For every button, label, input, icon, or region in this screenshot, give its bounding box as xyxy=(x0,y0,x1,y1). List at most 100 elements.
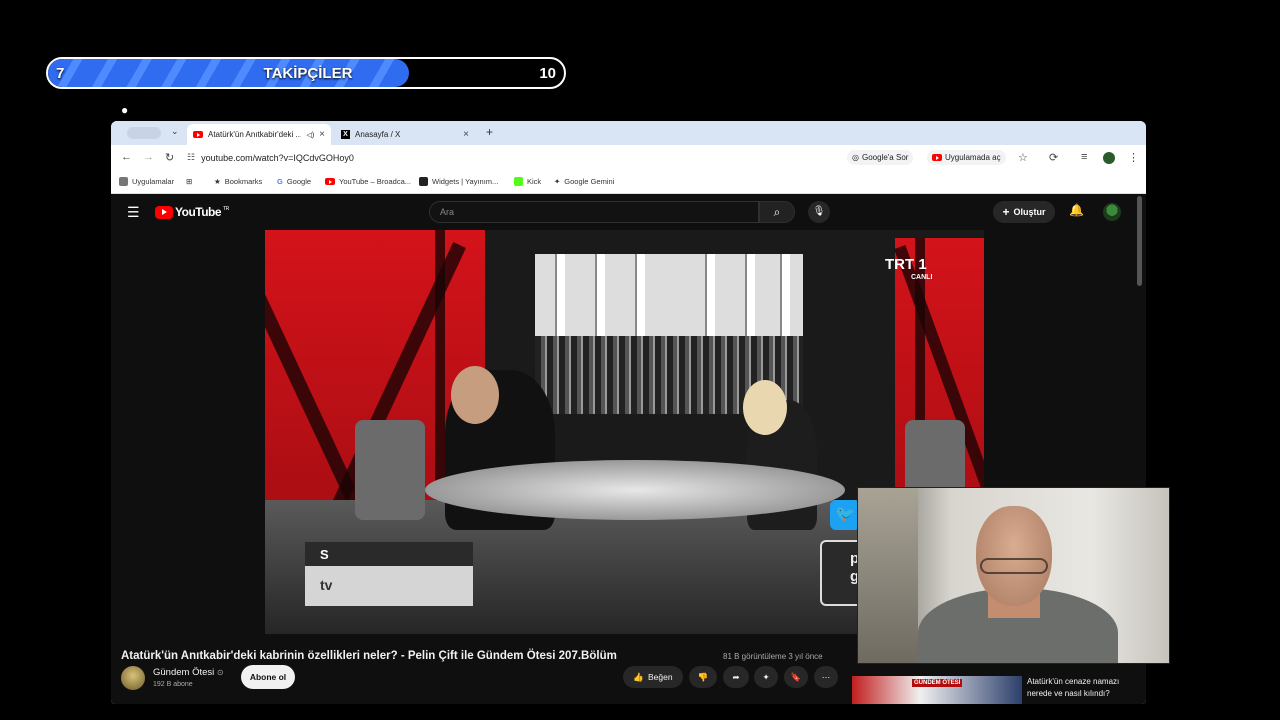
thumbnail-label: GÜNDEM ÖTESİ xyxy=(912,679,963,687)
chair-left xyxy=(355,420,425,520)
share-button[interactable]: ➦ xyxy=(723,666,749,688)
lens-icon: ◎ xyxy=(852,153,859,162)
speaker-icon[interactable]: ◁) xyxy=(306,131,314,139)
youtube-header: ☰ YouTube TR Ara ⌕ 🎙 + Oluştur 🔔 xyxy=(111,194,1146,230)
channel-avatar[interactable] xyxy=(121,666,145,690)
bookmark-label: Google Gemini xyxy=(564,177,615,186)
tab-x-home[interactable]: X Anasayfa / X × xyxy=(335,124,475,145)
search-input[interactable]: Ara xyxy=(429,201,759,223)
tab-group-icon[interactable] xyxy=(127,127,161,139)
grid-icon: ⊞ xyxy=(186,177,193,186)
share-icon: ➦ xyxy=(732,671,740,682)
profile-avatar[interactable] xyxy=(1103,152,1115,164)
like-button[interactable]: 👍 Beğen xyxy=(623,666,683,688)
back-icon[interactable]: ← xyxy=(121,151,132,163)
bookmark-kick[interactable]: Kick xyxy=(514,177,541,186)
channel-logo: TRT 1 xyxy=(885,256,927,273)
youtube-logo-text: YouTube xyxy=(175,205,222,219)
tab-label: Atatürk'ün Anıtkabir'deki ... xyxy=(208,130,302,139)
google-ask-button[interactable]: ◎ Google'a Sor xyxy=(847,150,914,165)
recommended-title[interactable]: Atatürk'ün cenaze namazı nerede ve nasıl… xyxy=(1027,676,1139,700)
new-tab-icon[interactable]: + xyxy=(486,125,493,139)
subscribe-button[interactable]: Abone ol xyxy=(241,665,295,689)
google-icon: G xyxy=(277,177,283,186)
apps-grid-icon xyxy=(119,177,128,186)
tab-strip: ⌄ Atatürk'ün Anıtkabir'deki ... ◁) × X A… xyxy=(111,121,1146,145)
bookmark-label: Widgets | Yayınım... xyxy=(432,177,499,186)
url-text: youtube.com/watch?v=IQCdvGOHoy0 xyxy=(201,152,354,163)
channel-name-text: Gündem Ötesi xyxy=(153,667,215,678)
like-label: Beğen xyxy=(648,672,673,682)
youtube-logo[interactable]: YouTube TR xyxy=(155,205,229,219)
plus-icon: + xyxy=(1002,205,1010,219)
search-icon: ⌕ xyxy=(773,205,781,219)
x-favicon-icon: X xyxy=(341,130,350,139)
youtube-app-icon xyxy=(932,154,942,161)
webcam-background-shelf xyxy=(858,488,918,663)
bookmark-label: Google xyxy=(286,177,312,186)
bookmark-label: Kick xyxy=(527,177,542,186)
tab-search-chevron-icon[interactable]: ⌄ xyxy=(171,126,179,137)
search-button[interactable]: ⌕ xyxy=(759,201,795,223)
twitter-icon: 🐦 xyxy=(830,500,860,530)
star-icon: ★ xyxy=(214,177,221,186)
like-icon: 👍 xyxy=(633,671,644,682)
apple-icon[interactable]: ● xyxy=(121,103,128,117)
webcam-glasses xyxy=(980,558,1048,574)
open-in-app-button[interactable]: Uygulamada aç xyxy=(927,150,1006,165)
site-info-icon[interactable]: ☷ xyxy=(187,152,195,163)
kick-icon xyxy=(514,177,523,186)
bookmark-label: YouTube – Broadca... xyxy=(339,177,411,186)
hamburger-icon[interactable]: ☰ xyxy=(127,204,140,221)
mic-icon: 🎙 xyxy=(812,206,826,217)
bookmark-label: Bookmarks xyxy=(224,177,263,186)
sparkle-icon: ✦ xyxy=(762,671,770,682)
bookmark-gemini[interactable]: ✦ Google Gemini xyxy=(554,177,614,186)
media-control-icon[interactable]: ≡ xyxy=(1081,151,1087,163)
webcam-person-head xyxy=(976,506,1052,606)
create-button[interactable]: + Oluştur xyxy=(993,201,1055,223)
dislike-button[interactable]: 👎 xyxy=(689,666,717,688)
voice-search-button[interactable]: 🎙 xyxy=(808,201,830,223)
save-icon: 🔖 xyxy=(790,671,802,682)
follower-current-count: 7 xyxy=(56,65,65,82)
follower-title: TAKİPÇİLER xyxy=(263,65,353,82)
bookmark-google[interactable]: G Google xyxy=(277,177,311,186)
youtube-favicon-icon xyxy=(193,131,203,138)
video-title: Atatürk'ün Anıtkabir'deki kabrinin özell… xyxy=(121,650,617,662)
close-tab-icon[interactable]: × xyxy=(463,129,469,140)
recommended-thumbnail[interactable]: GÜNDEM ÖTESİ xyxy=(852,676,1022,704)
reload-icon[interactable]: ↻ xyxy=(165,151,174,164)
save-button[interactable]: 🔖 xyxy=(784,666,808,688)
close-tab-icon[interactable]: × xyxy=(319,129,325,140)
account-avatar[interactable] xyxy=(1103,203,1121,221)
webcam-overlay xyxy=(857,487,1170,664)
more-actions-button[interactable]: ⋯ xyxy=(814,666,838,688)
verified-icon: ⊙ xyxy=(216,668,224,677)
bookmarks-bar: Uygulamalar ⊞ ★ Bookmarks G Google YouTube… xyxy=(111,170,1146,194)
live-label: CANLI xyxy=(911,274,933,281)
youtube-logo-icon xyxy=(155,205,173,219)
ask-button[interactable]: ✦ xyxy=(754,666,778,688)
bell-icon[interactable]: 🔔 xyxy=(1069,203,1084,217)
bookmark-star-icon[interactable]: ☆ xyxy=(1018,151,1028,164)
google-ask-label: Google'a Sor xyxy=(861,153,909,162)
gemini-icon: ✦ xyxy=(554,177,561,186)
forward-icon[interactable]: → xyxy=(143,151,154,163)
region-code: TR xyxy=(223,206,229,212)
tab-youtube-video[interactable]: Atatürk'ün Anıtkabir'deki ... ◁) × xyxy=(187,124,331,145)
follower-goal-count: 10 xyxy=(539,65,556,82)
lower-third-bottom: tv xyxy=(305,566,473,606)
bookmark-apps[interactable]: Uygulamalar xyxy=(119,177,174,186)
bookmark-youtube[interactable]: YouTube – Broadca... xyxy=(325,177,411,186)
follower-goal-bar: 7 TAKİPÇİLER 10 xyxy=(46,57,566,89)
page-scrollbar[interactable] xyxy=(1137,196,1142,286)
create-label: Oluştur xyxy=(1013,207,1046,217)
bookmark-bookmarks[interactable]: ★ Bookmarks xyxy=(214,177,262,186)
bookmark-widgets[interactable]: Widgets | Yayınım... xyxy=(419,177,498,186)
browser-menu-icon[interactable]: ⋮ xyxy=(1128,151,1139,164)
extensions-icon[interactable]: ⟳ xyxy=(1049,151,1058,164)
bookmark-grid[interactable]: ⊞ xyxy=(186,177,192,186)
channel-name[interactable]: Gündem Ötesi ⊙ xyxy=(153,667,224,678)
video-meta: 81 B görüntüleme 3 yıl önce xyxy=(723,652,823,661)
